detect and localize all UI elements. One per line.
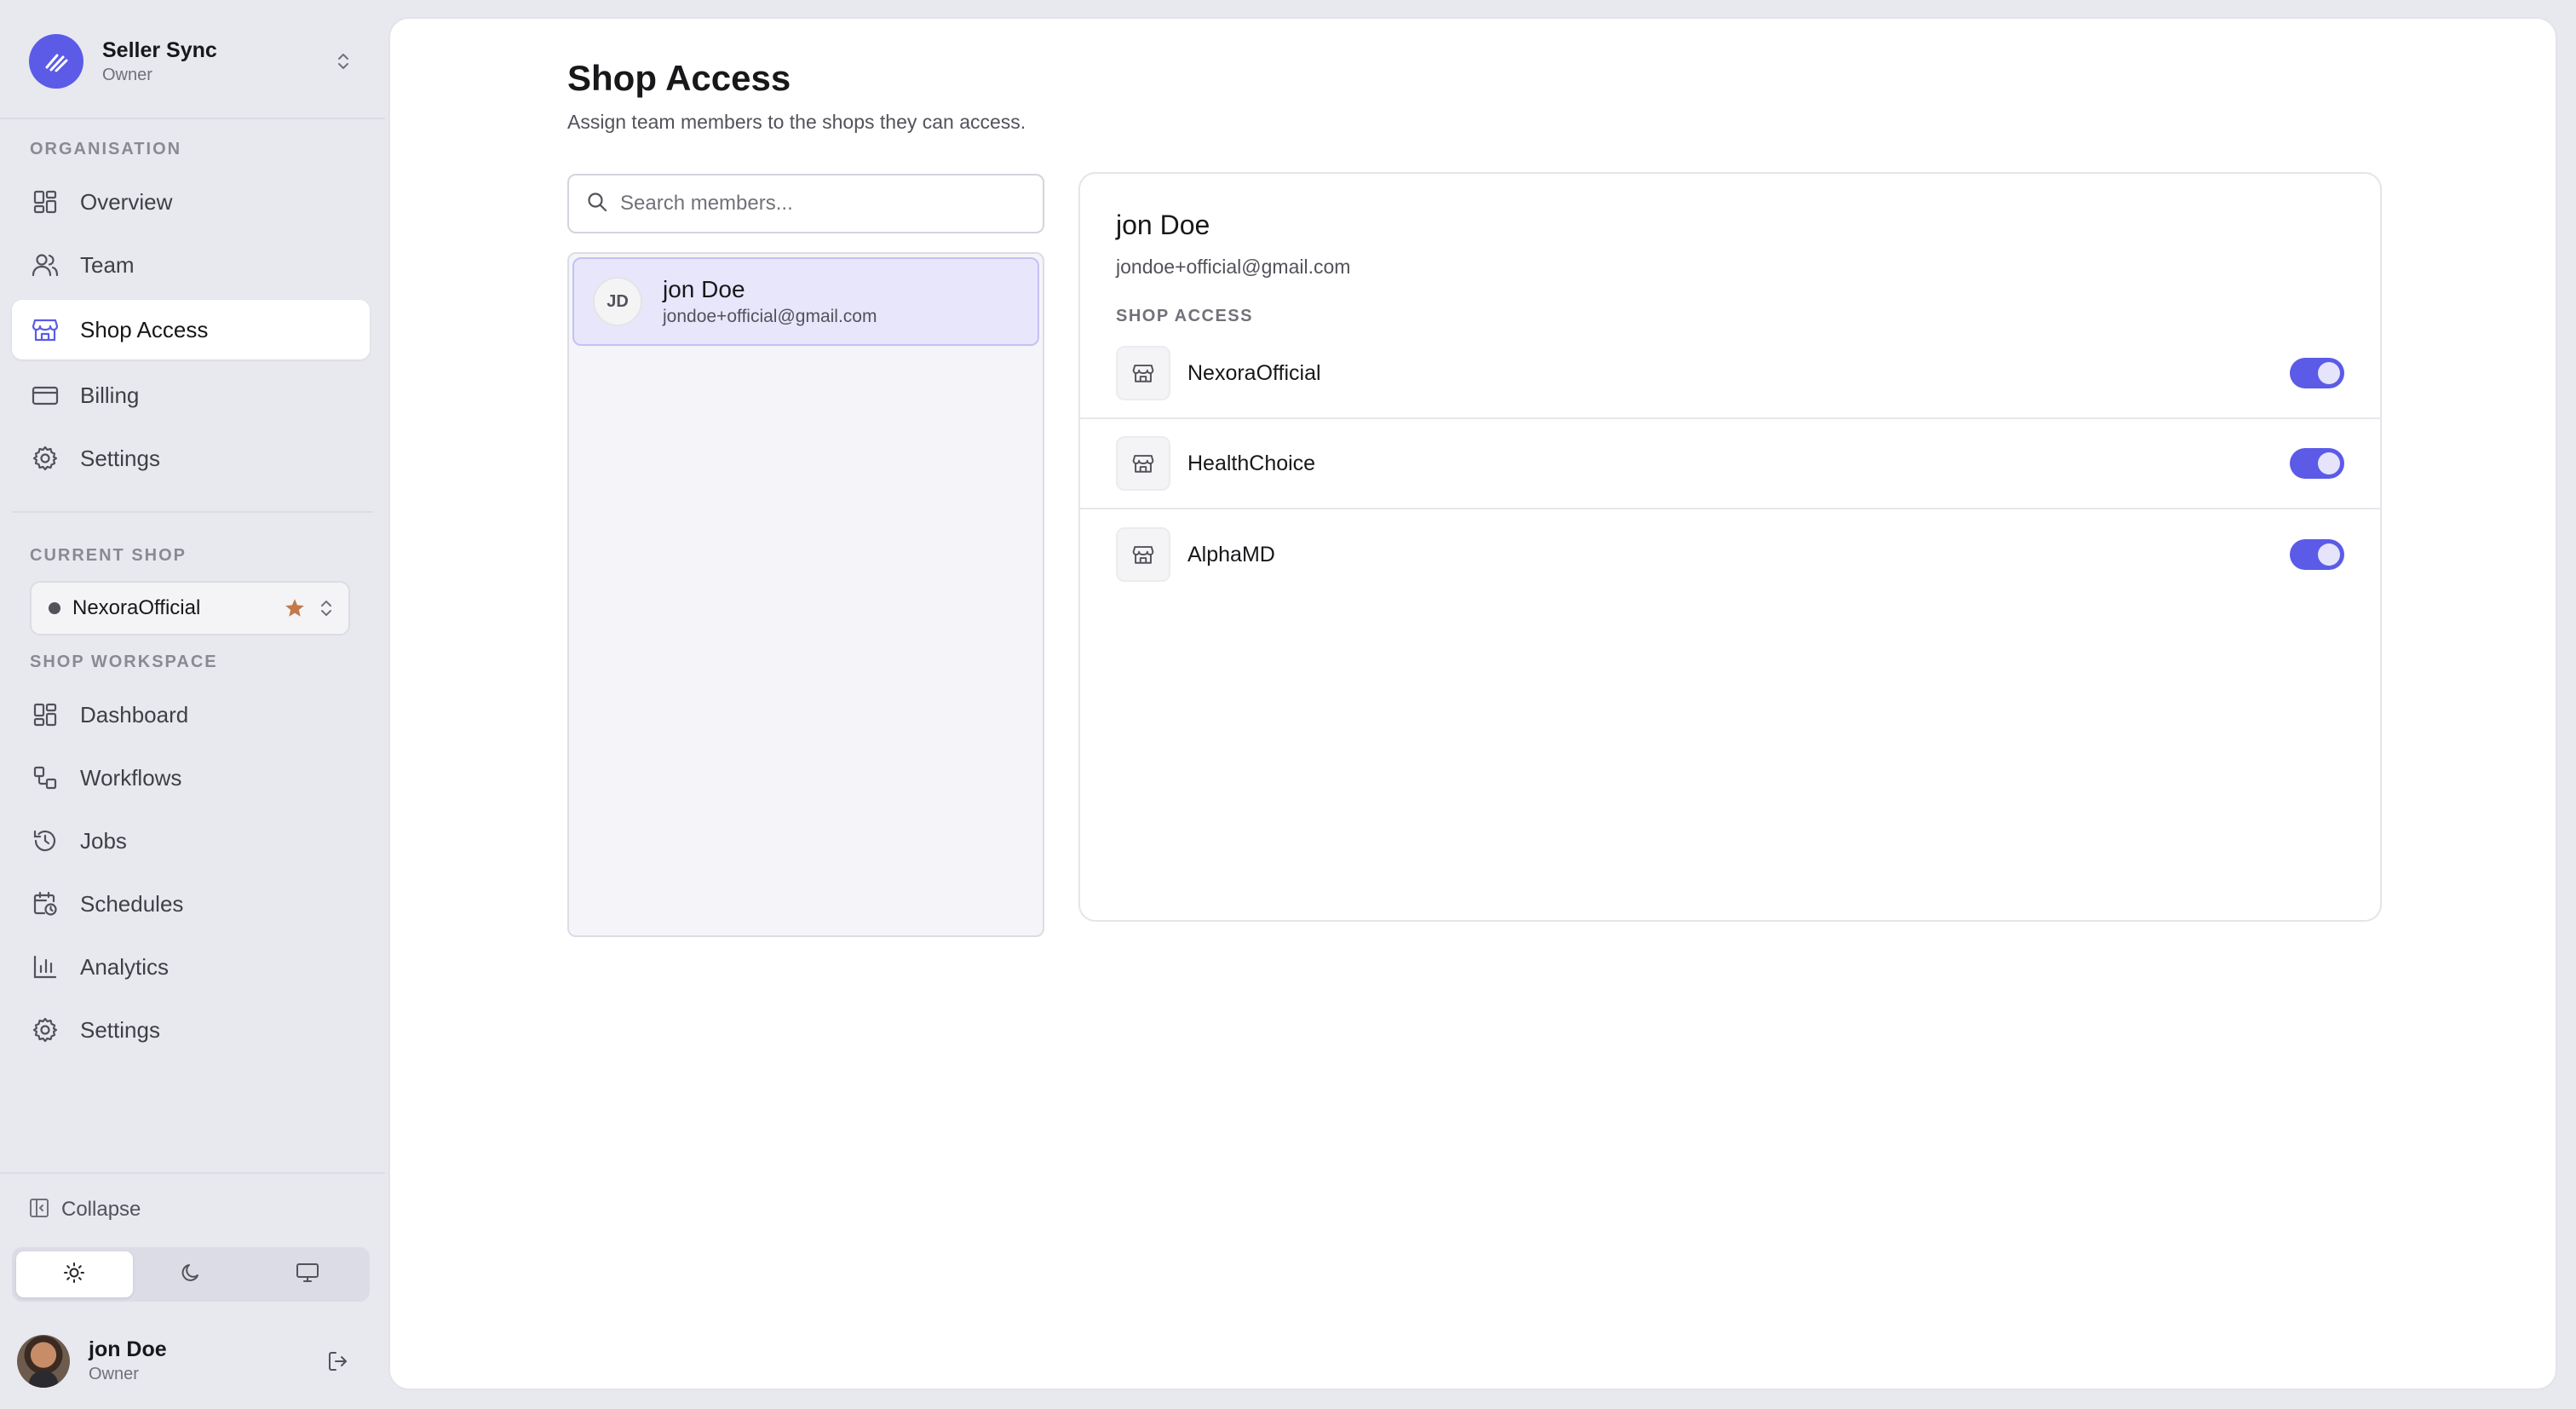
sidebar-item-schedules[interactable]: Schedules bbox=[12, 874, 370, 934]
bar-chart-icon bbox=[31, 952, 60, 981]
calendar-clock-icon bbox=[31, 889, 60, 918]
logout-icon[interactable] bbox=[324, 1347, 353, 1376]
shop-access-toggle[interactable] bbox=[2290, 448, 2344, 479]
sidebar-item-workflows[interactable]: Workflows bbox=[12, 748, 370, 808]
search-icon bbox=[586, 191, 608, 217]
section-label-shop-access: SHOP ACCESS bbox=[1116, 307, 1253, 325]
org-name: Seller Sync bbox=[102, 38, 217, 62]
avatar: JD bbox=[593, 277, 642, 326]
store-icon bbox=[1116, 436, 1170, 491]
sidebar-item-label: Shop Access bbox=[80, 316, 209, 342]
member-detail-panel: jon Doe jondoe+official@gmail.com SHOP A… bbox=[1078, 172, 2382, 922]
shop-access-row: NexoraOfficial bbox=[1080, 329, 2380, 419]
shop-name: NexoraOfficial bbox=[1187, 360, 1321, 385]
star-icon[interactable] bbox=[282, 595, 308, 621]
chevron-up-down-icon[interactable] bbox=[331, 49, 356, 74]
sidebar-item-overview[interactable]: Overview bbox=[12, 172, 370, 232]
detail-member-email: jondoe+official@gmail.com bbox=[1116, 256, 1351, 278]
sidebar-item-shop-access[interactable]: Shop Access bbox=[12, 300, 370, 359]
theme-light-button[interactable] bbox=[16, 1251, 133, 1297]
divider bbox=[0, 1172, 385, 1174]
gear-icon bbox=[31, 1015, 60, 1044]
member-list: JD jon Doe jondoe+official@gmail.com bbox=[567, 252, 1044, 937]
toggle-knob bbox=[2318, 452, 2340, 474]
sidebar-item-label: Settings bbox=[80, 1016, 160, 1043]
sidebar-item-label: Workflows bbox=[80, 764, 182, 791]
collapse-label: Collapse bbox=[61, 1198, 141, 1221]
page-title: Shop Access bbox=[567, 58, 791, 98]
page-subtitle: Assign team members to the shops they ca… bbox=[567, 111, 1026, 133]
sidebar-item-label: Dashboard bbox=[80, 701, 189, 728]
store-icon bbox=[1116, 527, 1170, 582]
section-label-current-shop: CURRENT SHOP bbox=[30, 546, 187, 565]
current-shop-select[interactable]: NexoraOfficial bbox=[30, 581, 350, 635]
theme-system-button[interactable] bbox=[249, 1251, 365, 1297]
shop-access-toggle[interactable] bbox=[2290, 358, 2344, 388]
org-switcher[interactable]: Seller Sync Owner bbox=[29, 32, 356, 90]
sidebar-item-settings[interactable]: Settings bbox=[12, 428, 370, 488]
toggle-knob bbox=[2318, 543, 2340, 566]
user-card[interactable]: jon Doe Owner bbox=[17, 1334, 358, 1389]
theme-switcher bbox=[12, 1247, 370, 1302]
gear-icon bbox=[31, 444, 60, 473]
sidebar-item-jobs[interactable]: Jobs bbox=[12, 811, 370, 871]
sidebar-item-analytics[interactable]: Analytics bbox=[12, 937, 370, 997]
section-label-organisation: ORGANISATION bbox=[30, 140, 182, 158]
sidebar-item-team[interactable]: Team bbox=[12, 235, 370, 295]
sidebar-collapse-icon bbox=[29, 1198, 49, 1222]
shop-access-row: AlphaMD bbox=[1080, 509, 2380, 600]
sidebar-item-label: Billing bbox=[80, 382, 140, 408]
sidebar-item-dashboard[interactable]: Dashboard bbox=[12, 685, 370, 745]
user-role: Owner bbox=[89, 1365, 139, 1383]
sidebar-item-label: Analytics bbox=[80, 953, 170, 980]
workflow-icon bbox=[31, 763, 60, 792]
moon-icon bbox=[180, 1262, 202, 1288]
section-label-shop-workspace: SHOP WORKSPACE bbox=[30, 653, 218, 671]
sidebar-item-label: Overview bbox=[80, 188, 173, 215]
toggle-knob bbox=[2318, 362, 2340, 384]
history-icon bbox=[31, 826, 60, 855]
sidebar-item-billing[interactable]: Billing bbox=[12, 365, 370, 425]
shop-access-toggle[interactable] bbox=[2290, 539, 2344, 570]
sidebar: Seller Sync Owner ORGANISATION Overview … bbox=[0, 0, 385, 1409]
status-dot bbox=[49, 602, 60, 614]
search-box[interactable] bbox=[567, 174, 1044, 233]
shop-name: AlphaMD bbox=[1187, 542, 1275, 566]
sidebar-item-shop-settings[interactable]: Settings bbox=[12, 1000, 370, 1060]
divider bbox=[12, 511, 373, 513]
user-name: jon Doe bbox=[89, 1337, 167, 1361]
store-icon bbox=[31, 315, 60, 344]
credit-card-icon bbox=[31, 381, 60, 410]
list-item[interactable]: JD jon Doe jondoe+official@gmail.com bbox=[572, 257, 1039, 346]
theme-dark-button[interactable] bbox=[133, 1251, 250, 1297]
sidebar-item-label: Schedules bbox=[80, 890, 184, 917]
sidebar-item-label: Jobs bbox=[80, 827, 127, 854]
org-role: Owner bbox=[102, 66, 152, 84]
divider bbox=[0, 118, 385, 119]
member-email: jondoe+official@gmail.com bbox=[663, 307, 877, 326]
store-icon bbox=[1116, 346, 1170, 400]
collapse-button[interactable]: Collapse bbox=[29, 1193, 141, 1227]
sun-icon bbox=[63, 1262, 85, 1288]
sidebar-item-label: Team bbox=[80, 251, 135, 278]
users-icon bbox=[31, 250, 60, 279]
member-name: jon Doe bbox=[663, 276, 745, 302]
shop-name: HealthChoice bbox=[1187, 451, 1316, 475]
monitor-icon bbox=[296, 1262, 319, 1288]
detail-member-name: jon Doe bbox=[1116, 210, 1210, 240]
main-panel: Shop Access Assign team members to the s… bbox=[388, 17, 2557, 1390]
shop-access-row: HealthChoice bbox=[1080, 419, 2380, 509]
search-input[interactable] bbox=[620, 192, 1012, 216]
chevron-up-down-icon[interactable] bbox=[316, 595, 336, 621]
sidebar-item-label: Settings bbox=[80, 445, 160, 471]
grid-icon bbox=[31, 700, 60, 729]
org-logo-icon bbox=[29, 34, 83, 89]
avatar bbox=[17, 1335, 70, 1388]
current-shop-name: NexoraOfficial bbox=[72, 596, 201, 619]
grid-icon bbox=[31, 187, 60, 216]
